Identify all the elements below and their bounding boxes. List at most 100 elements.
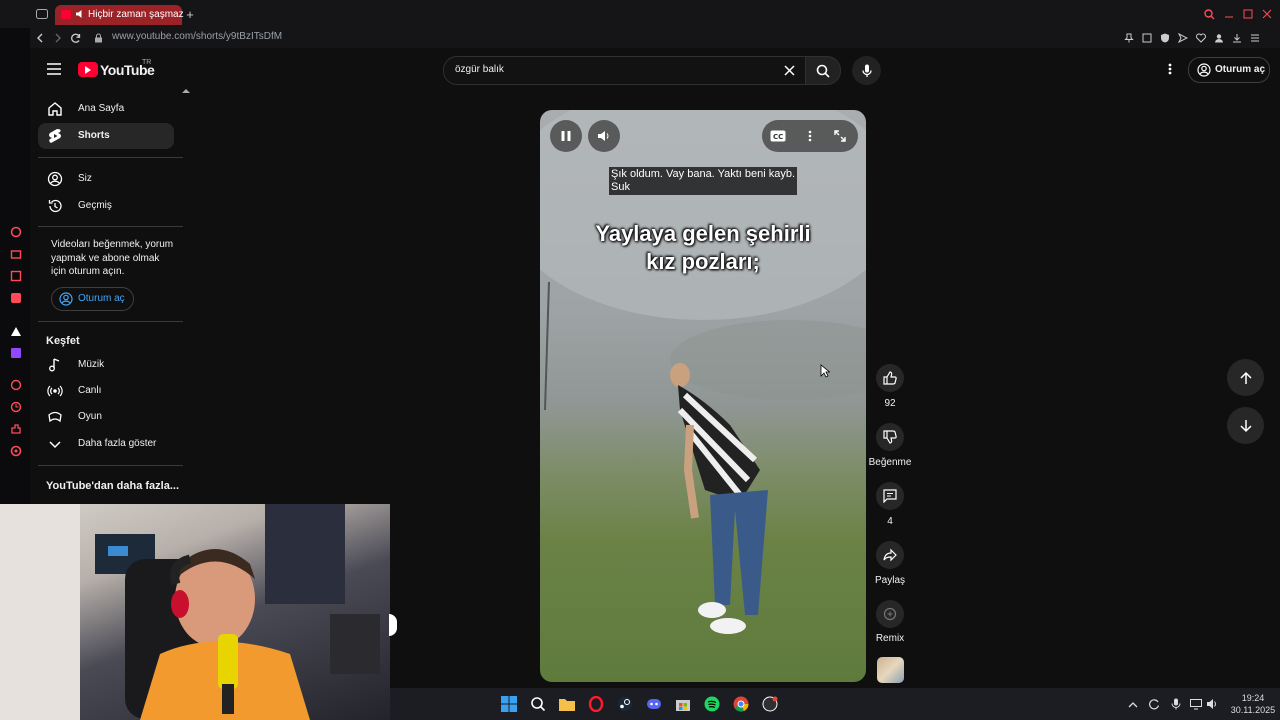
profile-icon[interactable] bbox=[1213, 32, 1225, 44]
share-button[interactable] bbox=[876, 541, 904, 569]
youtube-logo[interactable]: YouTube TR bbox=[78, 59, 178, 79]
sidebar-item-shorts[interactable]: Shorts bbox=[38, 123, 174, 149]
settings-icon[interactable] bbox=[9, 444, 23, 458]
play-circle-icon[interactable] bbox=[9, 378, 23, 392]
share-icon bbox=[883, 548, 897, 562]
start-menu-icon[interactable] bbox=[500, 695, 518, 713]
messenger-icon[interactable] bbox=[9, 291, 23, 305]
signin-prompt: Videoları beğenmek, yorum yapmak ve abon… bbox=[51, 239, 174, 277]
youtube-favicon-icon bbox=[61, 10, 71, 19]
sidebar-scroll-up-icon[interactable] bbox=[180, 86, 192, 96]
clear-search-icon[interactable] bbox=[782, 63, 796, 77]
search-button[interactable] bbox=[805, 56, 841, 85]
closed-captions-icon[interactable]: CC bbox=[768, 128, 788, 144]
sidebar-item-label: Oyun bbox=[78, 411, 102, 422]
tab-island-icon[interactable] bbox=[35, 8, 49, 20]
account-icon bbox=[1196, 62, 1211, 77]
search-icon[interactable] bbox=[529, 695, 547, 713]
comments-button[interactable] bbox=[876, 482, 904, 510]
search-input[interactable]: özgür balık bbox=[455, 64, 504, 75]
sidebar-item-label: Shorts bbox=[78, 130, 110, 141]
extensions-icon[interactable] bbox=[9, 422, 23, 436]
snapshot-icon[interactable] bbox=[1141, 32, 1153, 44]
file-explorer-icon[interactable] bbox=[558, 695, 576, 713]
vpn-shield-icon[interactable] bbox=[1159, 32, 1171, 44]
forward-icon[interactable] bbox=[52, 32, 64, 44]
like-button[interactable] bbox=[876, 364, 904, 392]
sidebar-item-history[interactable]: Geçmiş bbox=[38, 193, 174, 219]
aria-icon[interactable] bbox=[9, 225, 23, 239]
obs-icon[interactable] bbox=[761, 695, 779, 713]
player-icon[interactable] bbox=[9, 269, 23, 283]
channel-avatar[interactable] bbox=[877, 657, 904, 683]
gaming-icon bbox=[46, 408, 64, 426]
opera-gx-icon[interactable] bbox=[587, 695, 605, 713]
steam-icon[interactable] bbox=[616, 695, 634, 713]
shorts-video-player[interactable]: CC bbox=[540, 110, 866, 682]
crypto-wallet-icon[interactable] bbox=[9, 247, 23, 261]
remix-icon bbox=[883, 607, 897, 621]
send-icon[interactable] bbox=[1177, 32, 1189, 44]
back-icon[interactable] bbox=[34, 32, 46, 44]
divider bbox=[38, 226, 183, 227]
sidebar-item-you[interactable]: Siz bbox=[38, 166, 174, 192]
next-short-button[interactable] bbox=[1227, 407, 1264, 444]
sidebar-item-label: Siz bbox=[78, 173, 92, 184]
explore-title: Keşfet bbox=[46, 335, 80, 347]
sidebar-item-home[interactable]: Ana Sayfa bbox=[38, 96, 174, 122]
minimize-icon[interactable] bbox=[1223, 8, 1235, 20]
easy-setup-icon[interactable] bbox=[1249, 32, 1261, 44]
reload-icon[interactable] bbox=[70, 32, 82, 44]
comment-count: 4 bbox=[887, 516, 893, 527]
clock-date[interactable]: 30.11.2025 bbox=[1226, 705, 1280, 715]
close-window-icon[interactable] bbox=[1261, 8, 1273, 20]
browser-tab[interactable]: Hiçbir zaman şaşmaz bbox=[55, 5, 184, 25]
sync-icon[interactable] bbox=[1147, 697, 1161, 711]
remix-label: Remix bbox=[875, 633, 905, 644]
sidebar-item-music[interactable]: Müzik bbox=[38, 352, 174, 378]
heart-icon[interactable] bbox=[1195, 32, 1207, 44]
app-icon[interactable] bbox=[9, 324, 23, 338]
clock-icon[interactable] bbox=[9, 400, 23, 414]
microsoft-store-icon[interactable] bbox=[674, 695, 692, 713]
fullscreen-icon[interactable] bbox=[832, 128, 848, 144]
player-more-icon[interactable] bbox=[802, 128, 818, 144]
microphone-icon[interactable] bbox=[1169, 697, 1183, 711]
pause-button[interactable] bbox=[550, 120, 582, 152]
dislike-button[interactable] bbox=[876, 423, 904, 451]
video-scene bbox=[540, 110, 866, 634]
arrow-up-icon bbox=[1239, 371, 1253, 385]
voice-search-button[interactable] bbox=[852, 56, 881, 85]
volume-icon[interactable] bbox=[1205, 697, 1219, 711]
menu-icon[interactable] bbox=[45, 61, 63, 77]
search-tabs-icon[interactable] bbox=[1203, 8, 1215, 20]
new-tab-icon[interactable]: + bbox=[184, 7, 196, 22]
more-options-icon[interactable] bbox=[1163, 62, 1177, 76]
video-caption: Şık oldum. Vay bana. Yaktı beni kayb. Su… bbox=[609, 167, 798, 195]
sidebar-show-more[interactable]: Daha fazla göster bbox=[38, 431, 174, 457]
previous-short-button[interactable] bbox=[1227, 359, 1264, 396]
sidebar-signin-button[interactable]: Oturum aç bbox=[51, 287, 134, 311]
chrome-icon[interactable] bbox=[732, 695, 750, 713]
search-box: özgür balık bbox=[443, 56, 807, 85]
sidebar-item-gaming[interactable]: Oyun bbox=[38, 404, 174, 430]
maximize-icon[interactable] bbox=[1242, 8, 1254, 20]
clock-time[interactable]: 19:24 bbox=[1228, 693, 1278, 703]
spotify-icon[interactable] bbox=[703, 695, 721, 713]
volume-button[interactable] bbox=[588, 120, 620, 152]
remix-button[interactable] bbox=[876, 600, 904, 628]
sidebar-item-label: Ana Sayfa bbox=[78, 103, 125, 114]
signin-button[interactable]: Oturum aç bbox=[1188, 57, 1270, 83]
display-icon[interactable] bbox=[1189, 697, 1203, 711]
sidebar-item-label: Müzik bbox=[78, 359, 105, 370]
speaker-icon[interactable] bbox=[75, 9, 85, 19]
sidebar-item-live[interactable]: Canlı bbox=[38, 378, 174, 404]
lock-icon[interactable] bbox=[92, 32, 104, 44]
arrow-down-icon bbox=[1239, 419, 1253, 433]
tray-chevron-icon[interactable] bbox=[1127, 698, 1139, 710]
download-icon[interactable] bbox=[1231, 32, 1243, 44]
discord-icon[interactable] bbox=[645, 695, 663, 713]
url-field[interactable]: www.youtube.com/shorts/y9tBzITsDfM bbox=[112, 31, 282, 42]
twitch-icon[interactable] bbox=[9, 346, 23, 360]
pin-icon[interactable] bbox=[1123, 32, 1135, 44]
